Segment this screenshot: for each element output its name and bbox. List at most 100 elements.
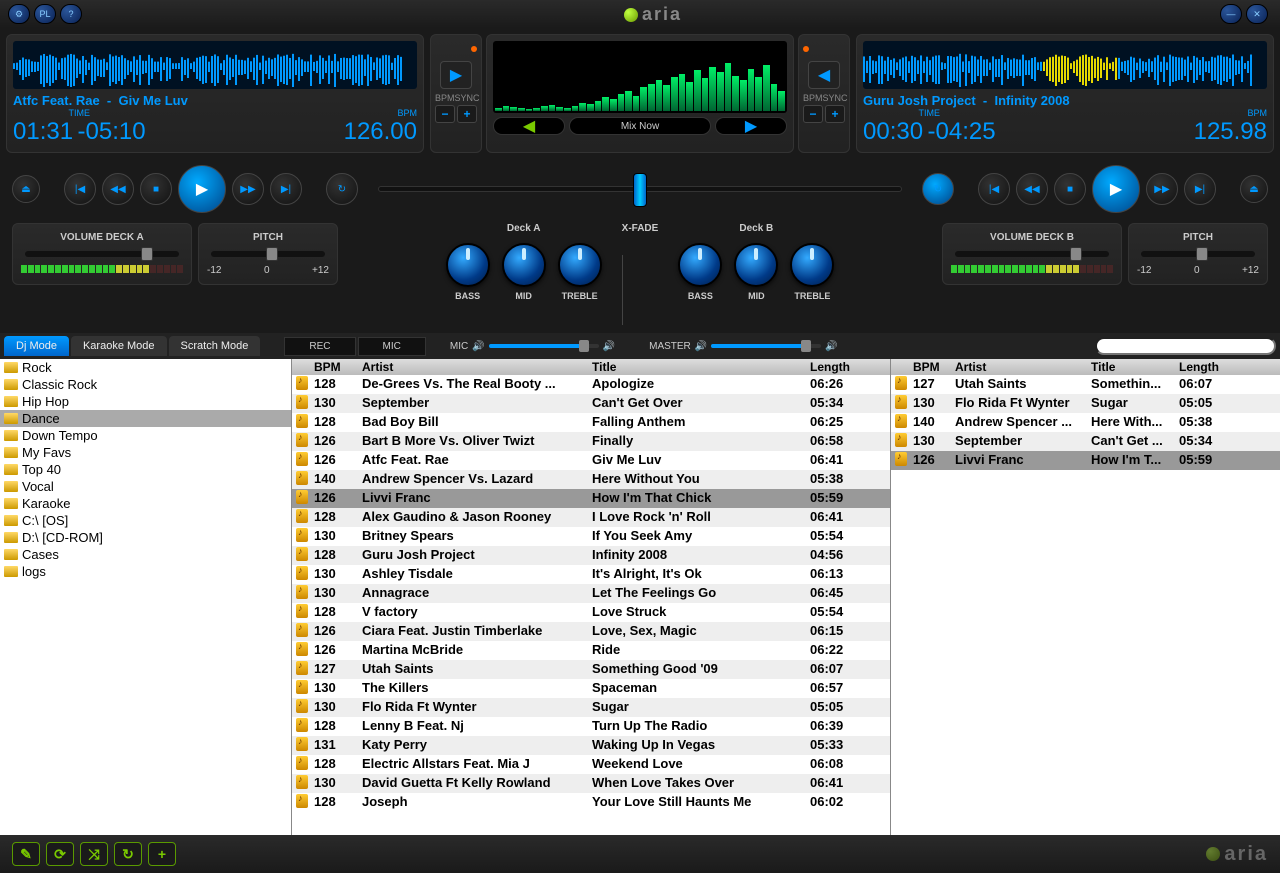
deck-a-bass-knob[interactable] [446,243,490,287]
deck-a-stop-button[interactable]: ■ [140,173,172,205]
track-row[interactable]: 130Britney SpearsIf You Seek Amy05:54 [292,527,890,546]
deck-b-pitch-slider[interactable] [1141,251,1255,257]
folder-item[interactable]: My Favs [0,444,291,461]
track-row[interactable]: 126Livvi FrancHow I'm That Chick05:59 [292,489,890,508]
track-row[interactable]: 130The KillersSpaceman06:57 [292,679,890,698]
sync-b-plus-button[interactable]: + [825,105,845,123]
track-row[interactable]: 131Katy PerryWaking Up In Vegas05:33 [292,736,890,755]
deck-a-play-button[interactable]: ▶ [178,165,226,213]
refresh-button[interactable]: ⟳ [46,842,74,866]
karaoke-mode-tab[interactable]: Karaoke Mode [71,336,167,356]
col-length[interactable]: Length [806,359,866,375]
folder-item[interactable]: Down Tempo [0,427,291,444]
queue-row[interactable]: 127Utah SaintsSomethin...06:07 [891,375,1280,394]
deck-b-treble-knob[interactable] [790,243,834,287]
dj-mode-tab[interactable]: Dj Mode [4,336,69,356]
col-bpm[interactable]: BPM [310,359,358,375]
track-row[interactable]: 126Martina McBrideRide06:22 [292,641,890,660]
track-row[interactable]: 127Utah SaintsSomething Good '0906:07 [292,660,890,679]
deck-b-loop-button[interactable]: ↻ [922,173,954,205]
track-row[interactable]: 130Flo Rida Ft WynterSugar05:05 [292,698,890,717]
crossfader-thumb[interactable] [633,173,647,207]
deck-a-treble-knob[interactable] [558,243,602,287]
deck-b-play-button[interactable]: ▶ [1092,165,1140,213]
deck-b-next-button[interactable]: ▶| [1184,173,1216,205]
deck-b-stop-button[interactable]: ■ [1054,173,1086,205]
deck-a-rew-button[interactable]: ◀◀ [102,173,134,205]
track-row[interactable]: 128Guru Josh ProjectInfinity 200804:56 [292,546,890,565]
track-row[interactable]: 126Ciara Feat. Justin TimberlakeLove, Se… [292,622,890,641]
deck-a-volume-slider[interactable] [25,251,179,257]
minimize-button[interactable]: — [1220,4,1242,24]
repeat-button[interactable]: ↻ [114,842,142,866]
deck-b-rew-button[interactable]: ◀◀ [1016,173,1048,205]
sync-a-plus-button[interactable]: + [457,105,477,123]
sync-b-play-button[interactable]: ◀ [808,61,840,89]
track-row[interactable]: 128Lenny B Feat. NjTurn Up The Radio06:3… [292,717,890,736]
help-button[interactable]: ? [60,4,82,24]
qcol-length[interactable]: Length [1175,359,1231,375]
track-row[interactable]: 130Ashley TisdaleIt's Alright, It's Ok06… [292,565,890,584]
track-row[interactable]: 130AnnagraceLet The Feelings Go06:45 [292,584,890,603]
folder-item[interactable]: Classic Rock [0,376,291,393]
mic-button[interactable]: MIC [358,337,426,356]
playlist-button[interactable]: PL [34,4,56,24]
deck-b-mid-knob[interactable] [734,243,778,287]
sync-a-minus-button[interactable]: − [435,105,455,123]
folder-item[interactable]: Cases [0,546,291,563]
folder-item[interactable]: Vocal [0,478,291,495]
deck-b-ff-button[interactable]: ▶▶ [1146,173,1178,205]
deck-a-ff-button[interactable]: ▶▶ [232,173,264,205]
track-row[interactable]: 128Alex Gaudino & Jason RooneyI Love Roc… [292,508,890,527]
master-volume-slider[interactable] [711,344,821,348]
col-artist[interactable]: Artist [358,359,588,375]
folder-item[interactable]: logs [0,563,291,580]
mix-left-button[interactable]: ◀ [493,117,565,135]
qcol-artist[interactable]: Artist [951,359,1087,375]
qcol-title[interactable]: Title [1087,359,1175,375]
queue-row[interactable]: 140Andrew Spencer ...Here With...05:38 [891,413,1280,432]
deck-b-waveform[interactable] [863,41,1267,89]
track-row[interactable]: 128Electric Allstars Feat. Mia JWeekend … [292,755,890,774]
close-button[interactable]: ✕ [1246,4,1268,24]
folder-item[interactable]: D:\ [CD-ROM] [0,529,291,546]
track-row[interactable]: 130David Guetta Ft Kelly RowlandWhen Lov… [292,774,890,793]
queue-row[interactable]: 126Livvi FrancHow I'm T...05:59 [891,451,1280,470]
deck-a-loop-button[interactable]: ↻ [326,173,358,205]
search-input[interactable] [1095,337,1276,355]
deck-b-prev-button[interactable]: |◀ [978,173,1010,205]
deck-a-prev-button[interactable]: |◀ [64,173,96,205]
track-row[interactable]: 130SeptemberCan't Get Over05:34 [292,394,890,413]
settings-button[interactable]: ⚙ [8,4,30,24]
mic-volume-slider[interactable] [489,344,599,348]
shuffle-button[interactable]: ⤨ [80,842,108,866]
track-row[interactable]: 128Bad Boy BillFalling Anthem06:25 [292,413,890,432]
track-row[interactable]: 128JosephYour Love Still Haunts Me06:02 [292,793,890,812]
deck-b-volume-slider[interactable] [955,251,1109,257]
track-row[interactable]: 140Andrew Spencer Vs. LazardHere Without… [292,470,890,489]
sync-b-minus-button[interactable]: − [803,105,823,123]
folder-item[interactable]: Rock [0,359,291,376]
deck-a-eject-button[interactable]: ⏏ [12,175,40,203]
deck-a-mid-knob[interactable] [502,243,546,287]
folder-item[interactable]: Karaoke [0,495,291,512]
track-row[interactable]: 126Bart B More Vs. Oliver TwiztFinally06… [292,432,890,451]
deck-a-next-button[interactable]: ▶| [270,173,302,205]
crossfader[interactable] [358,186,922,192]
track-row[interactable]: 126Atfc Feat. RaeGiv Me Luv06:41 [292,451,890,470]
folder-item[interactable]: Top 40 [0,461,291,478]
deck-b-eject-button[interactable]: ⏏ [1240,175,1268,203]
mix-now-button[interactable]: Mix Now [569,117,711,135]
folder-item[interactable]: Hip Hop [0,393,291,410]
qcol-bpm[interactable]: BPM [909,359,951,375]
sync-a-play-button[interactable]: ▶ [440,61,472,89]
track-row[interactable]: 128De-Grees Vs. The Real Booty ...Apolog… [292,375,890,394]
mix-right-button[interactable]: ▶ [715,117,787,135]
queue-row[interactable]: 130Flo Rida Ft WynterSugar05:05 [891,394,1280,413]
deck-a-waveform[interactable] [13,41,417,89]
deck-a-pitch-slider[interactable] [211,251,325,257]
edit-button[interactable]: ✎ [12,842,40,866]
track-row[interactable]: 128V factoryLove Struck05:54 [292,603,890,622]
folder-item[interactable]: C:\ [OS] [0,512,291,529]
deck-b-bass-knob[interactable] [678,243,722,287]
